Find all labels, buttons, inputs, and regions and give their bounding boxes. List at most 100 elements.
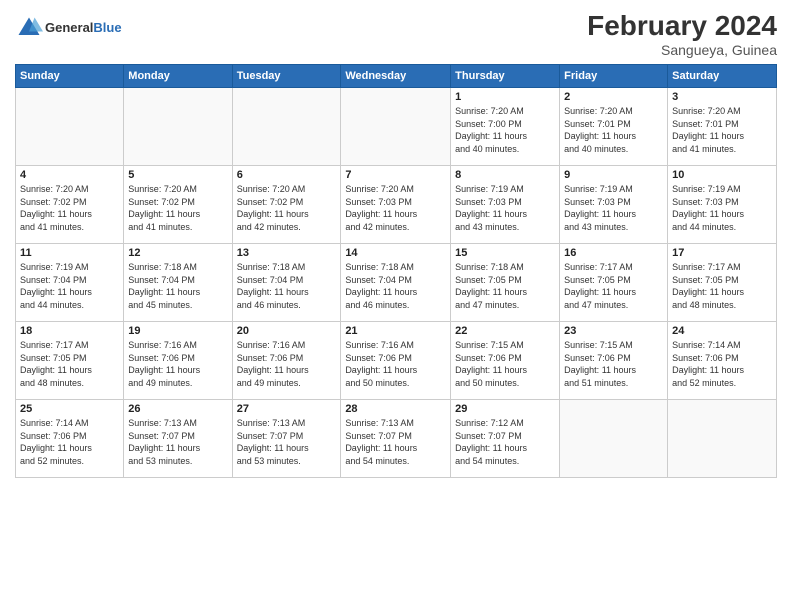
day-number: 13: [237, 247, 337, 259]
day-number: 1: [455, 91, 555, 103]
day-number: 28: [345, 403, 446, 415]
day-number: 9: [564, 169, 663, 181]
calendar-cell: 23 Sunrise: 7:15 AM Sunset: 7:06 PM Dayli…: [560, 322, 668, 400]
day-info: Sunrise: 7:20 AM Sunset: 7:02 PM Dayligh…: [20, 183, 119, 233]
calendar-cell: 28 Sunrise: 7:13 AM Sunset: 7:07 PM Dayli…: [341, 400, 451, 478]
col-monday: Monday: [124, 65, 232, 88]
subtitle: Sangueya, Guinea: [587, 42, 777, 58]
calendar-cell: [560, 400, 668, 478]
calendar-cell: 12 Sunrise: 7:18 AM Sunset: 7:04 PM Dayli…: [124, 244, 232, 322]
calendar-cell: 24 Sunrise: 7:14 AM Sunset: 7:06 PM Dayli…: [668, 322, 777, 400]
calendar-week-5: 25 Sunrise: 7:14 AM Sunset: 7:06 PM Dayli…: [16, 400, 777, 478]
logo: GeneralBlue: [15, 14, 122, 42]
day-info: Sunrise: 7:15 AM Sunset: 7:06 PM Dayligh…: [564, 339, 663, 389]
calendar-cell: 3Sunrise: 7:20 AM Sunset: 7:01 PM Daylig…: [668, 88, 777, 166]
calendar-week-2: 4 Sunrise: 7:20 AM Sunset: 7:02 PM Daylig…: [16, 166, 777, 244]
calendar-cell: 27 Sunrise: 7:13 AM Sunset: 7:07 PM Dayli…: [232, 400, 341, 478]
day-number: 20: [237, 325, 337, 337]
calendar-week-3: 11 Sunrise: 7:19 AM Sunset: 7:04 PM Dayli…: [16, 244, 777, 322]
day-info: Sunrise: 7:20 AM Sunset: 7:02 PM Dayligh…: [128, 183, 227, 233]
day-number: 15: [455, 247, 555, 259]
day-number: 25: [20, 403, 119, 415]
calendar-cell: 4 Sunrise: 7:20 AM Sunset: 7:02 PM Daylig…: [16, 166, 124, 244]
calendar-cell: [232, 88, 341, 166]
day-info: Sunrise: 7:16 AM Sunset: 7:06 PM Dayligh…: [237, 339, 337, 389]
day-info: Sunrise: 7:20 AM Sunset: 7:01 PM Dayligh…: [564, 105, 663, 155]
calendar-cell: 16Sunrise: 7:17 AM Sunset: 7:05 PM Dayli…: [560, 244, 668, 322]
day-info: Sunrise: 7:19 AM Sunset: 7:04 PM Dayligh…: [20, 261, 119, 311]
calendar-week-4: 18 Sunrise: 7:17 AM Sunset: 7:05 PM Dayli…: [16, 322, 777, 400]
logo-general: General: [45, 20, 93, 35]
calendar-cell: [124, 88, 232, 166]
calendar-header-row: Sunday Monday Tuesday Wednesday Thursday…: [16, 65, 777, 88]
day-info: Sunrise: 7:20 AM Sunset: 7:00 PM Dayligh…: [455, 105, 555, 155]
day-number: 10: [672, 169, 772, 181]
calendar-cell: 10 Sunrise: 7:19 AM Sunset: 7:03 PM Dayli…: [668, 166, 777, 244]
day-info: Sunrise: 7:17 AM Sunset: 7:05 PM Dayligh…: [672, 261, 772, 311]
day-number: 27: [237, 403, 337, 415]
col-thursday: Thursday: [451, 65, 560, 88]
day-info: Sunrise: 7:18 AM Sunset: 7:04 PM Dayligh…: [237, 261, 337, 311]
calendar-cell: 29 Sunrise: 7:12 AM Sunset: 7:07 PM Dayli…: [451, 400, 560, 478]
day-info: Sunrise: 7:18 AM Sunset: 7:04 PM Dayligh…: [128, 261, 227, 311]
calendar-cell: 7 Sunrise: 7:20 AM Sunset: 7:03 PM Daylig…: [341, 166, 451, 244]
day-number: 14: [345, 247, 446, 259]
day-number: 18: [20, 325, 119, 337]
calendar-cell: 11 Sunrise: 7:19 AM Sunset: 7:04 PM Dayli…: [16, 244, 124, 322]
calendar-cell: 20 Sunrise: 7:16 AM Sunset: 7:06 PM Dayli…: [232, 322, 341, 400]
day-number: 3: [672, 91, 772, 103]
calendar-cell: 17 Sunrise: 7:17 AM Sunset: 7:05 PM Dayli…: [668, 244, 777, 322]
day-info: Sunrise: 7:17 AM Sunset: 7:05 PM Dayligh…: [564, 261, 663, 311]
logo-blue: Blue: [93, 20, 121, 35]
calendar-cell: 5 Sunrise: 7:20 AM Sunset: 7:02 PM Daylig…: [124, 166, 232, 244]
day-info: Sunrise: 7:16 AM Sunset: 7:06 PM Dayligh…: [345, 339, 446, 389]
day-number: 26: [128, 403, 227, 415]
day-info: Sunrise: 7:15 AM Sunset: 7:06 PM Dayligh…: [455, 339, 555, 389]
day-number: 5: [128, 169, 227, 181]
calendar-cell: 18 Sunrise: 7:17 AM Sunset: 7:05 PM Dayli…: [16, 322, 124, 400]
day-number: 29: [455, 403, 555, 415]
day-info: Sunrise: 7:14 AM Sunset: 7:06 PM Dayligh…: [672, 339, 772, 389]
day-number: 4: [20, 169, 119, 181]
day-number: 19: [128, 325, 227, 337]
day-info: Sunrise: 7:16 AM Sunset: 7:06 PM Dayligh…: [128, 339, 227, 389]
calendar-cell: 26Sunrise: 7:13 AM Sunset: 7:07 PM Dayli…: [124, 400, 232, 478]
col-friday: Friday: [560, 65, 668, 88]
day-info: Sunrise: 7:19 AM Sunset: 7:03 PM Dayligh…: [455, 183, 555, 233]
col-saturday: Saturday: [668, 65, 777, 88]
calendar-cell: 13 Sunrise: 7:18 AM Sunset: 7:04 PM Dayli…: [232, 244, 341, 322]
calendar-week-1: 1 Sunrise: 7:20 AM Sunset: 7:00 PM Daylig…: [16, 88, 777, 166]
day-info: Sunrise: 7:19 AM Sunset: 7:03 PM Dayligh…: [564, 183, 663, 233]
day-info: Sunrise: 7:20 AM Sunset: 7:02 PM Dayligh…: [237, 183, 337, 233]
calendar-cell: 2 Sunrise: 7:20 AM Sunset: 7:01 PM Daylig…: [560, 88, 668, 166]
main-title: February 2024: [587, 10, 777, 42]
day-number: 21: [345, 325, 446, 337]
day-info: Sunrise: 7:14 AM Sunset: 7:06 PM Dayligh…: [20, 417, 119, 467]
day-number: 2: [564, 91, 663, 103]
calendar-cell: 22 Sunrise: 7:15 AM Sunset: 7:06 PM Dayli…: [451, 322, 560, 400]
day-info: Sunrise: 7:12 AM Sunset: 7:07 PM Dayligh…: [455, 417, 555, 467]
day-number: 23: [564, 325, 663, 337]
day-info: Sunrise: 7:13 AM Sunset: 7:07 PM Dayligh…: [345, 417, 446, 467]
header: GeneralBlue February 2024 Sangueya, Guin…: [15, 10, 777, 58]
day-number: 11: [20, 247, 119, 259]
calendar-cell: 19 Sunrise: 7:16 AM Sunset: 7:06 PM Dayli…: [124, 322, 232, 400]
logo-icon: [15, 14, 43, 42]
calendar-cell: 15Sunrise: 7:18 AM Sunset: 7:05 PM Dayli…: [451, 244, 560, 322]
day-info: Sunrise: 7:20 AM Sunset: 7:03 PM Dayligh…: [345, 183, 446, 233]
calendar-cell: 1 Sunrise: 7:20 AM Sunset: 7:00 PM Daylig…: [451, 88, 560, 166]
day-number: 7: [345, 169, 446, 181]
day-number: 22: [455, 325, 555, 337]
calendar-cell: 14Sunrise: 7:18 AM Sunset: 7:04 PM Dayli…: [341, 244, 451, 322]
day-number: 24: [672, 325, 772, 337]
day-info: Sunrise: 7:13 AM Sunset: 7:07 PM Dayligh…: [237, 417, 337, 467]
day-number: 12: [128, 247, 227, 259]
day-info: Sunrise: 7:17 AM Sunset: 7:05 PM Dayligh…: [20, 339, 119, 389]
calendar-cell: 8Sunrise: 7:19 AM Sunset: 7:03 PM Daylig…: [451, 166, 560, 244]
day-info: Sunrise: 7:19 AM Sunset: 7:03 PM Dayligh…: [672, 183, 772, 233]
day-number: 6: [237, 169, 337, 181]
calendar-cell: [16, 88, 124, 166]
day-number: 17: [672, 247, 772, 259]
calendar: Sunday Monday Tuesday Wednesday Thursday…: [15, 64, 777, 478]
calendar-cell: [341, 88, 451, 166]
